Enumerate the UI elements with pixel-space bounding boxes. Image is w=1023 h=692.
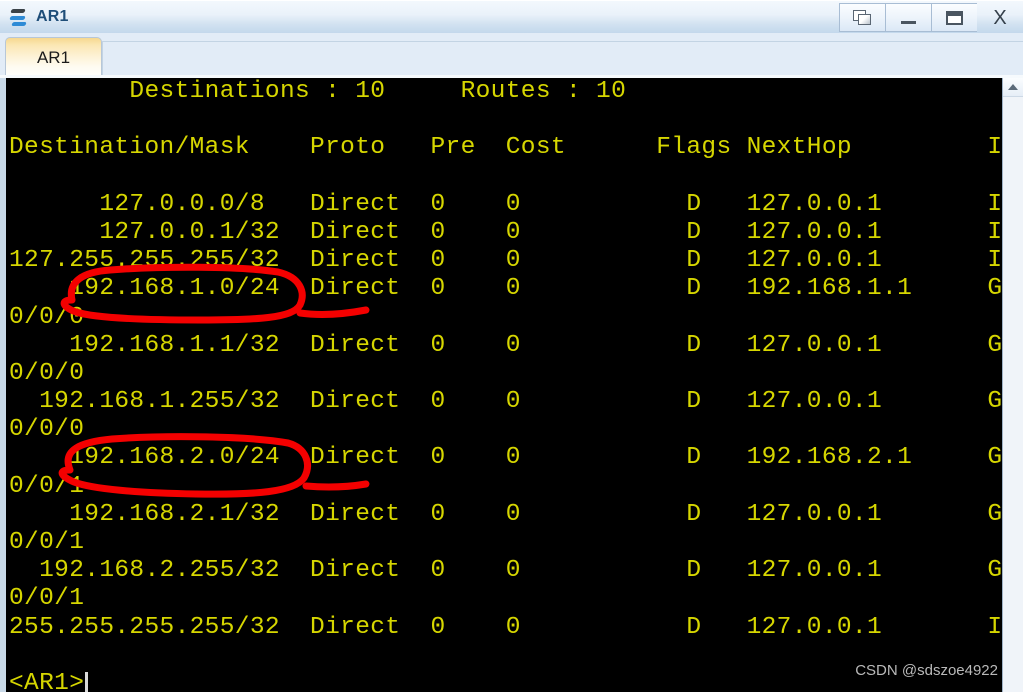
terminal-cursor <box>85 671 89 692</box>
terminal-line: 0/0/0 <box>9 303 85 331</box>
router-icon <box>9 8 29 27</box>
terminal-line: 127.0.0.1/32 Direct 0 0 D 127.0.0.1 InL <box>9 218 1008 246</box>
tab-ar1[interactable]: AR1 <box>5 37 102 78</box>
close-window-button[interactable]: X <box>977 3 1023 32</box>
restore-window-button[interactable] <box>839 3 885 32</box>
caret-up-icon <box>1008 84 1018 90</box>
restore-icon <box>852 9 873 26</box>
terminal-line: 0/0/1 <box>9 585 85 613</box>
tab-ar1-label: AR1 <box>36 48 71 67</box>
terminal-line: Destination/Mask Proto Pre Cost Flags Ne… <box>9 134 1008 162</box>
maximize-icon <box>946 10 963 25</box>
terminal-line: 0/0/0 <box>9 416 85 444</box>
terminal-line: 192.168.1.255/32 Direct 0 0 D 127.0.0.1 … <box>9 388 1008 416</box>
terminal-line: 127.255.255.255/32 Direct 0 0 D 127.0.0.… <box>9 247 1008 275</box>
terminal-line: 192.168.1.1/32 Direct 0 0 D 127.0.0.1 Gi… <box>9 331 1008 359</box>
terminal-output[interactable]: Destinations : 10 Routes : 10 Destination… <box>6 78 1008 692</box>
minimize-window-button[interactable] <box>885 3 931 32</box>
close-icon: X <box>993 6 1007 29</box>
title-bar-left: AR1 <box>0 8 69 27</box>
minimize-icon <box>901 20 916 24</box>
vertical-scrollbar[interactable] <box>1002 78 1023 692</box>
ar1-console-window: AR1 X AR1 Destinations: 10 Routes: 10 … <box>0 0 1023 692</box>
tab-strip: AR1 <box>0 33 1023 78</box>
terminal-line: Destinations : 10 Routes : 10 <box>9 78 627 105</box>
window-controls: X <box>839 3 1023 32</box>
tab-strip-filler <box>102 41 1023 78</box>
maximize-window-button[interactable] <box>931 3 977 32</box>
terminal-line: 192.168.1.0/24 Direct 0 0 D 192.168.1.1 … <box>9 275 1008 303</box>
title-bar: AR1 X <box>0 0 1023 33</box>
terminal-line: 0/0/1 <box>9 472 85 500</box>
console-frame: Destinations : 10 Routes : 10 Destination… <box>0 78 1023 692</box>
terminal-line: 192.168.2.255/32 Direct 0 0 D 127.0.0.1 … <box>9 557 1008 585</box>
terminal-line: 0/0/0 <box>9 359 85 387</box>
window-title: AR1 <box>36 8 69 25</box>
scroll-up-button[interactable] <box>1003 78 1023 97</box>
terminal-line: 192.168.2.0/24 Direct 0 0 D 192.168.2.1 … <box>9 444 1008 472</box>
terminal-line: 255.255.255.255/32 Direct 0 0 D 127.0.0.… <box>9 613 1008 641</box>
terminal-line: 127.0.0.0/8 Direct 0 0 D 127.0.0.1 InL <box>9 190 1008 218</box>
terminal-line: 0/0/1 <box>9 529 85 556</box>
terminal-line: 192.168.2.1/32 Direct 0 0 D 127.0.0.1 Gi… <box>9 500 1008 528</box>
watermark: CSDN @sdszoe4922 <box>855 662 998 679</box>
